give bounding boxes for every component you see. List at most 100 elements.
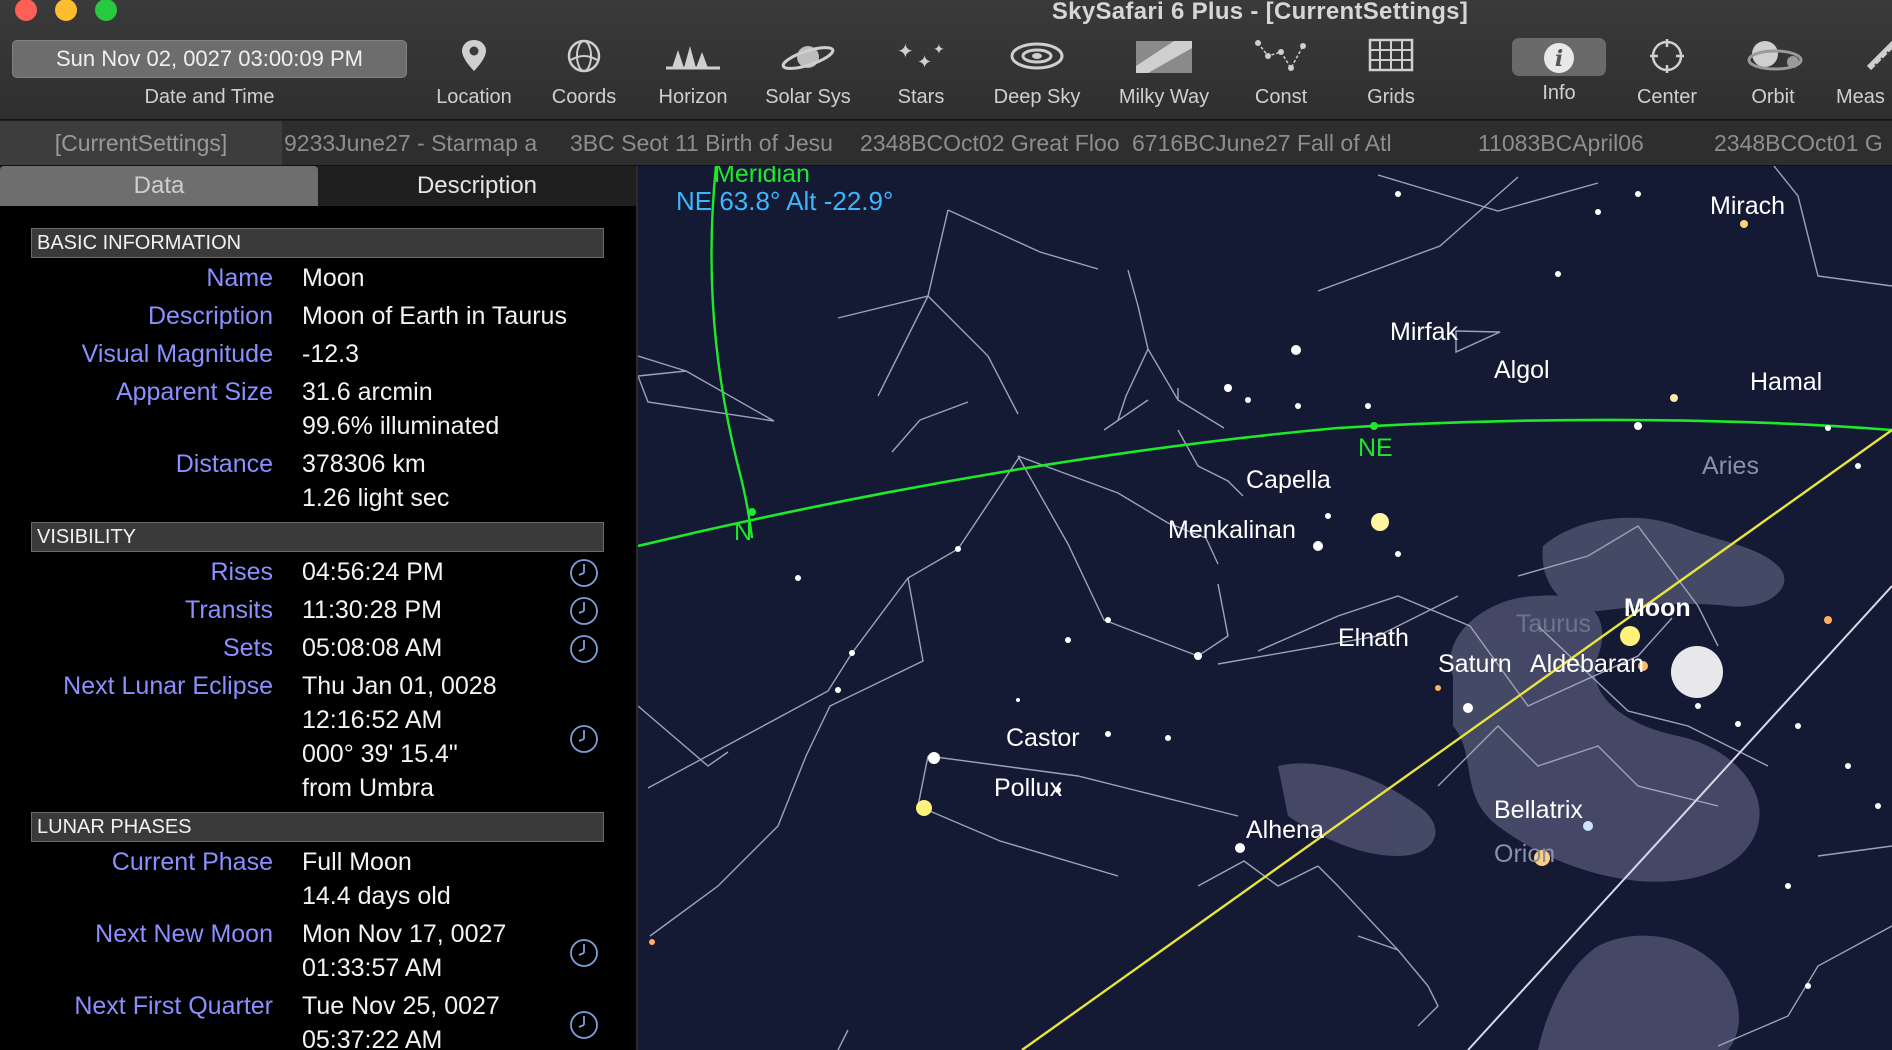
constellation-art [1278, 517, 1785, 1050]
description-value: Moon of Earth in Taurus [302, 302, 567, 330]
first-quarter-clock-icon[interactable] [568, 1009, 600, 1041]
grids-button[interactable]: Grids [1348, 38, 1434, 118]
center-label: Center [1636, 86, 1698, 108]
svg-text:✦: ✦ [917, 52, 932, 73]
moon-label[interactable]: Moon [1624, 594, 1691, 623]
eclipse-umbra-value: from Umbra [302, 774, 434, 802]
settings-tab-9233june27[interactable]: 9233June27 - Starmap a [284, 121, 570, 165]
coords-label: Coords [551, 86, 617, 108]
eclipse-date-value: Thu Jan 01, 0028 [302, 672, 497, 700]
constellation-label-aries: Aries [1702, 452, 1759, 480]
measure-button[interactable]: Meas [1836, 38, 1892, 118]
settings-tab-6716bc-atlantis[interactable]: 6716BCJune27 Fall of Atl [1132, 121, 1430, 165]
star-label-algol[interactable]: Algol [1494, 356, 1550, 385]
next-new-moon-date: Mon Nov 17, 0027 [302, 920, 507, 948]
settings-tab-2348bc-oct01[interactable]: 2348BCOct01 G [1714, 121, 1892, 165]
milky-way-icon [1110, 38, 1218, 80]
svg-text:✦: ✦ [897, 39, 914, 63]
settings-tab-3bc-birth[interactable]: 3BC Seot 11 Birth of Jesu [570, 121, 860, 165]
star-label-mirach[interactable]: Mirach [1710, 192, 1785, 221]
current-phase-value: Full Moon [302, 848, 412, 876]
grid-icon [1348, 38, 1434, 80]
sky-chart-canvas [638, 166, 1892, 1050]
star-label-alhena[interactable]: Alhena [1246, 816, 1324, 845]
visual-magnitude-label: Visual Magnitude [81, 340, 273, 368]
rises-clock-icon[interactable] [568, 557, 600, 589]
deep-sky-label: Deep Sky [993, 86, 1081, 108]
solar-system-button[interactable]: Solar Sys [755, 38, 861, 118]
northeast-direction-label: NE [1358, 434, 1393, 462]
star-label-castor[interactable]: Castor [1006, 724, 1080, 753]
cursor-position-readout: NE 63.8° Alt -22.9° [676, 186, 894, 216]
constellations-button[interactable]: Const [1238, 38, 1324, 118]
tab-data[interactable]: Data [0, 166, 318, 206]
date-time-field[interactable]: Sun Nov 02, 0027 03:00:09 PM [12, 40, 407, 78]
constellation-label-orion: Orion [1494, 840, 1556, 868]
milky-way-label: Milky Way [1118, 86, 1210, 108]
sets-label: Sets [222, 634, 273, 662]
star-label-pollux[interactable]: Pollux [994, 774, 1062, 803]
visibility-header: VISIBILITY [31, 522, 604, 552]
svg-text:✦: ✦ [933, 42, 945, 58]
transits-value: 11:30:28 PM [302, 596, 442, 624]
settings-tab-2348bc-flood[interactable]: 2348BCOct02 Great Floo [860, 121, 1132, 165]
info-button[interactable]: i Info [1512, 38, 1606, 118]
location-label: Location [436, 86, 512, 108]
date-time-label: Date and Time [144, 86, 275, 108]
new-moon-clock-icon[interactable] [568, 937, 600, 969]
tab-description[interactable]: Description [318, 166, 636, 206]
next-first-quarter-label: Next First Quarter [74, 992, 273, 1020]
horizon-label: Horizon [658, 86, 728, 108]
orbit-label: Orbit [1751, 86, 1795, 108]
star-label-menkalinan[interactable]: Menkalinan [1168, 516, 1296, 545]
settings-tab-current[interactable]: [CurrentSettings] [0, 121, 282, 165]
star-label-mirfak[interactable]: Mirfak [1390, 318, 1458, 347]
coords-button[interactable]: Coords [541, 38, 627, 118]
star-label-aldebaran[interactable]: Aldebaran [1530, 650, 1644, 679]
eclipse-clock-icon[interactable] [568, 723, 600, 755]
eclipse-angle-value: 000° 39' 15.4" [302, 740, 458, 768]
apparent-size-label: Apparent Size [115, 378, 273, 406]
description-label: Description [147, 302, 273, 330]
star-label-capella[interactable]: Capella [1246, 466, 1331, 495]
center-button[interactable]: Center [1624, 38, 1710, 118]
basic-info-header: BASIC INFORMATION [31, 228, 604, 258]
star-label-hamal[interactable]: Hamal [1750, 368, 1822, 397]
illumination-value: 99.6% illuminated [302, 412, 500, 440]
transits-clock-icon[interactable] [568, 595, 600, 627]
location-pin-icon [431, 38, 517, 80]
stars-button[interactable]: ✦ ✦ ✦ Stars [878, 38, 964, 118]
galaxy-icon [985, 38, 1089, 80]
rises-label: Rises [210, 558, 273, 586]
visual-magnitude-value: -12.3 [302, 340, 359, 368]
star-label-elnath[interactable]: Elnath [1338, 624, 1409, 653]
location-button[interactable]: Location [431, 38, 517, 118]
sets-clock-icon[interactable] [568, 633, 600, 665]
const-label: Const [1254, 86, 1308, 108]
orbit-icon [1730, 38, 1816, 80]
apparent-size-value: 31.6 arcmin [302, 378, 433, 406]
deep-sky-button[interactable]: Deep Sky [985, 38, 1089, 118]
info-label: Info [1542, 82, 1576, 104]
horizon-button[interactable]: Horizon [648, 38, 738, 118]
stars-label: Stars [897, 86, 945, 108]
next-first-quarter-time: 05:37:22 AM [302, 1026, 443, 1050]
ecliptic-line [1021, 429, 1892, 1050]
meridian-line [710, 166, 754, 539]
object-info-panel: Data Description BASIC INFORMATION Name … [0, 166, 636, 1050]
rises-value: 04:56:24 PM [302, 558, 444, 586]
transits-label: Transits [185, 596, 273, 624]
constellation-label-taurus: Taurus [1516, 610, 1592, 638]
milky-way-button[interactable]: Milky Way [1110, 38, 1218, 118]
sky-chart-view[interactable]: NE 63.8° Alt -22.9° Meridian N NE Mirach… [638, 166, 1892, 1050]
meas-label: Meas [1836, 86, 1885, 108]
window-title: SkySafari 6 Plus - [CurrentSettings] [1051, 0, 1469, 25]
settings-tab-11083bc[interactable]: 11083BCApril06 [1478, 121, 1718, 165]
planet-label-saturn[interactable]: Saturn [1438, 650, 1512, 679]
solar-sys-label: Solar Sys [765, 86, 851, 108]
distance-label: Distance [175, 450, 273, 478]
moon-age-value: 14.4 days old [302, 882, 451, 910]
orbit-button[interactable]: Orbit [1730, 38, 1816, 118]
settings-tab-bar: [CurrentSettings] 9233June27 - Starmap a… [0, 121, 1892, 166]
star-label-bellatrix[interactable]: Bellatrix [1494, 796, 1583, 825]
